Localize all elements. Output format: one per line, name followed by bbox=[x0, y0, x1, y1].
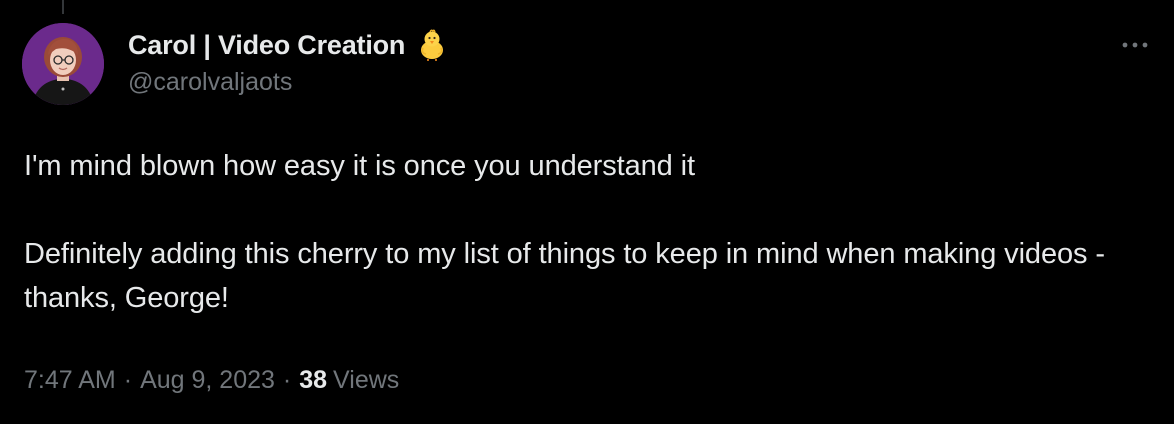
tweet-paragraph: Definitely adding this cherry to my list… bbox=[24, 238, 1105, 314]
avatar-photo bbox=[22, 23, 104, 105]
author-handle[interactable]: @carolvaljaots bbox=[128, 68, 449, 97]
tweet-text: I'm mind blown how easy it is once you u… bbox=[24, 144, 1134, 320]
baby-chick-icon bbox=[415, 28, 449, 62]
tweet-metadata: 7:47 AM · Aug 9, 2023 · 38 Views bbox=[24, 366, 399, 395]
author-display-name[interactable]: Carol | Video Creation bbox=[128, 30, 405, 61]
tweet-paragraph: I'm mind blown how easy it is once you u… bbox=[24, 150, 695, 182]
separator-dot: · bbox=[123, 366, 133, 394]
author-info: Carol | Video Creation @carolvaljaots bbox=[128, 26, 449, 97]
thread-connector-line bbox=[62, 0, 64, 14]
avatar[interactable] bbox=[22, 23, 104, 105]
name-row: Carol | Video Creation bbox=[128, 26, 449, 64]
more-options-button[interactable] bbox=[1118, 32, 1152, 58]
separator-dot: · bbox=[282, 366, 292, 394]
tweet-date[interactable]: Aug 9, 2023 bbox=[140, 366, 275, 395]
views-label: Views bbox=[333, 366, 400, 394]
views-count: 38 bbox=[299, 366, 328, 394]
more-horizontal-icon bbox=[1122, 42, 1148, 48]
tweet-time[interactable]: 7:47 AM bbox=[24, 366, 116, 395]
